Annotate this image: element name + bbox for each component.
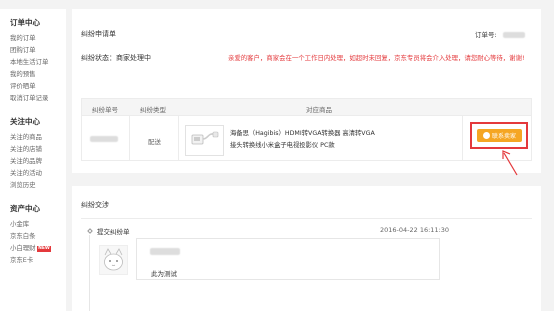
contact-seller-label: 联系卖家 (491, 133, 516, 140)
order-number-blurred (502, 32, 525, 38)
order-number-label: 订单号: (475, 31, 497, 39)
dispute-table-header: 纠纷单号 纠纷类型 对应商品 (81, 98, 532, 116)
sidebar-group-follow: 关注中心 关注的商品 关注的店铺 关注的品牌 关注的活动 浏览历史 (10, 116, 66, 191)
column-divider (129, 116, 130, 160)
sidebar-group-title: 资产中心 (10, 204, 40, 213)
user-avatar-icon (104, 248, 123, 271)
avatar (99, 245, 128, 275)
sidebar-item-baitiao[interactable]: 京东白条 (10, 230, 66, 242)
sidebar-group-orders: 订单中心 我的订单 团购订单 本地生活订单 我的预售 评价晒单 取消订单记录 (10, 17, 66, 104)
message-text: 此为测试 (151, 270, 177, 278)
sidebar: 订单中心 我的订单 团购订单 本地生活订单 我的预售 评价晒单 取消订单记录 关… (0, 9, 66, 311)
column-divider (178, 116, 179, 160)
exchange-panel: 纠纷交涉 提交纠纷单 2016-04-22 16:11:30 此为测试 (72, 186, 541, 311)
sender-name-blurred (150, 248, 180, 255)
sidebar-item-xiaobai-licai[interactable]: 小白理财 NEW (10, 242, 66, 254)
sidebar-item-followed-products[interactable]: 关注的商品 (10, 131, 66, 143)
product-thumbnail[interactable] (185, 125, 224, 156)
dispute-title: 纠纷申请单 (81, 30, 116, 38)
diamond-icon (87, 228, 93, 234)
exchange-title: 纠纷交涉 (81, 201, 109, 209)
dispute-type: 配送 (148, 138, 161, 146)
contact-button-highlight: 联系卖家 (470, 122, 528, 149)
sidebar-item-local-orders[interactable]: 本地生活订单 (10, 56, 66, 68)
timeline-entry: 提交纠纷单 (87, 226, 130, 236)
sidebar-item-presale[interactable]: 我的预售 (10, 68, 66, 80)
table-row: 配送 海备思（Hagibis）HDMI转VGA转换器 高清转VGA接头转换线小米… (81, 116, 532, 161)
timeline-entry-time: 2016-04-22 16:11:30 (380, 226, 450, 234)
product-name[interactable]: 海备思（Hagibis）HDMI转VGA转换器 高清转VGA接头转换线小米盒子电… (230, 128, 380, 152)
dispute-notice: 亲爱的客户，商家会在一个工作日内处理，如超时未回复，京东专员将会介入处理，请您耐… (228, 54, 525, 62)
dispute-no-blurred[interactable] (90, 136, 118, 142)
column-product: 对应商品 (306, 106, 332, 114)
sidebar-item-my-orders[interactable]: 我的订单 (10, 32, 66, 44)
sidebar-item-followed-activities[interactable]: 关注的活动 (10, 167, 66, 179)
chat-icon (482, 132, 490, 139)
divider (81, 218, 532, 219)
column-dispute-no: 纠纷单号 (92, 106, 118, 114)
adapter-image-icon (191, 131, 219, 145)
dispute-panel: 纠纷申请单 订单号: 纠纷状态：商家处理中 亲爱的客户，商家会在一个工作日内处理… (72, 9, 541, 173)
sidebar-item-group-orders[interactable]: 团购订单 (10, 44, 66, 56)
sidebar-item-followed-shops[interactable]: 关注的店铺 (10, 143, 66, 155)
sidebar-group-title: 订单中心 (10, 18, 40, 27)
column-dispute-type: 纠纷类型 (140, 106, 166, 114)
sidebar-item-reviews[interactable]: 评价晒单 (10, 80, 66, 92)
sidebar-item-followed-brands[interactable]: 关注的品牌 (10, 155, 66, 167)
sidebar-item-ecard[interactable]: 京东E卡 (10, 254, 66, 266)
timeline-entry-label: 提交纠纷单 (97, 228, 130, 236)
sidebar-item-xiaojinku[interactable]: 小金库 (10, 218, 66, 230)
dispute-status: 纠纷状态：商家处理中 (81, 54, 151, 62)
new-badge: NEW (36, 246, 52, 252)
order-number: 订单号: (475, 29, 525, 39)
contact-seller-button[interactable]: 联系卖家 (477, 129, 522, 142)
column-divider (462, 116, 463, 160)
sidebar-item-label: 小白理财 (10, 244, 36, 252)
annotation-arrow-icon (502, 150, 518, 176)
sidebar-group-title: 关注中心 (10, 117, 40, 126)
sidebar-group-assets: 资产中心 小金库 京东白条 小白理财 NEW 京东E卡 (10, 203, 66, 266)
sidebar-item-cancelled-orders[interactable]: 取消订单记录 (10, 92, 66, 104)
timeline-line (89, 235, 90, 311)
sidebar-item-history[interactable]: 浏览历史 (10, 179, 66, 191)
message-box: 此为测试 (136, 238, 440, 280)
